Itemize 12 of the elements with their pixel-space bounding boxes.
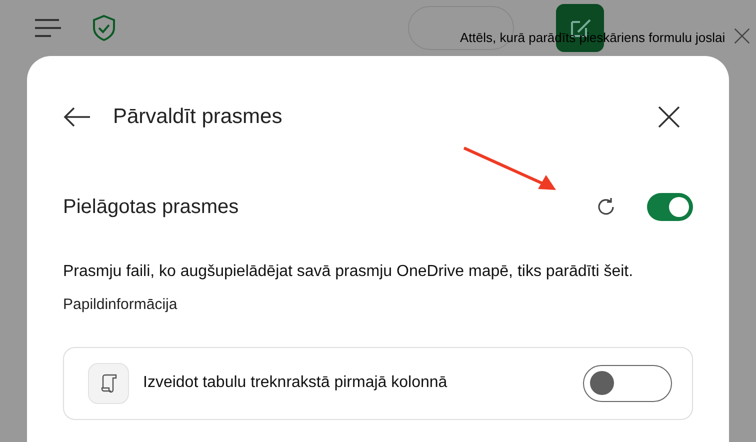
back-arrow-icon[interactable]	[63, 107, 91, 127]
description-text: Prasmju faili, ko augšupielādējat savā prasmju OneDrive mapē, tiks parādīti šeit.	[63, 262, 634, 282]
toggle-switch[interactable]	[647, 193, 693, 221]
learn-more-link[interactable]: Papildinformācija	[63, 294, 693, 316]
toggle-switch[interactable]	[583, 364, 672, 402]
skill-label: Izveidot tabulu treknrakstā pirmajā kolonnā	[143, 373, 448, 393]
close-icon[interactable]	[658, 106, 680, 128]
shield-check-icon	[92, 14, 116, 42]
menu-icon[interactable]	[34, 18, 62, 38]
scroll-icon	[100, 373, 118, 393]
section-label: Pielāgotas prasmes	[63, 195, 239, 220]
dialog-title: Pārvaldīt prasmes	[113, 104, 282, 130]
